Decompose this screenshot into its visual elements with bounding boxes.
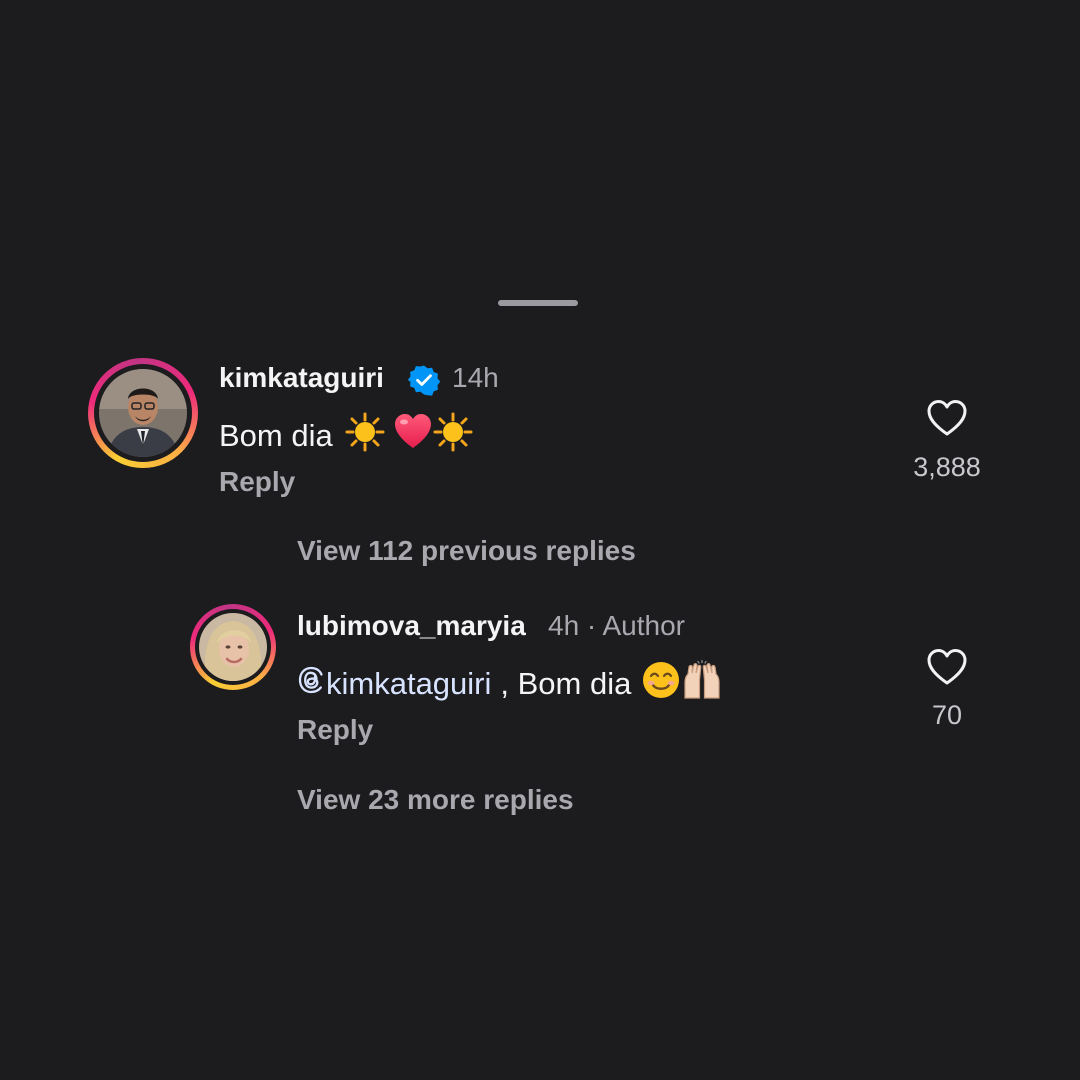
comment-text: kimkataguiri , Bom dia [297, 659, 723, 708]
heart-like-icon[interactable] [926, 398, 968, 443]
sun-emoji-icon [433, 412, 473, 460]
comment-timestamp: 14h [452, 362, 499, 393]
avatar[interactable] [199, 613, 267, 681]
sheet-drag-handle[interactable] [498, 300, 578, 306]
like-count: 70 [931, 700, 963, 730]
red-heart-emoji-icon [393, 412, 433, 460]
reply-button[interactable]: Reply [219, 466, 295, 498]
raising-hands-emoji-icon [681, 659, 723, 708]
comment-text: Bom dia [219, 412, 473, 460]
comment-meta: 4h · Author [548, 610, 685, 641]
view-more-replies-link[interactable]: View 23 more replies [297, 784, 574, 816]
comment-body: Bom dia [219, 418, 333, 453]
threads-icon [297, 665, 325, 703]
view-previous-replies-link[interactable]: View 112 previous replies [297, 535, 636, 567]
comment-username[interactable]: kimkataguiri [219, 362, 384, 394]
reply-button[interactable]: Reply [297, 714, 373, 746]
mention-link[interactable]: kimkataguiri [297, 665, 491, 703]
mention-username: kimkataguiri [326, 666, 492, 701]
like-count: 3,888 [913, 452, 981, 482]
heart-like-icon[interactable] [926, 647, 968, 692]
smiling-face-emoji-icon [641, 660, 681, 708]
sun-emoji-icon [345, 412, 385, 460]
comment-body: , Bom dia [500, 666, 632, 701]
comment-username[interactable]: lubimova_maryia [297, 610, 526, 642]
verified-badge-icon [407, 364, 441, 401]
avatar[interactable] [99, 369, 187, 457]
